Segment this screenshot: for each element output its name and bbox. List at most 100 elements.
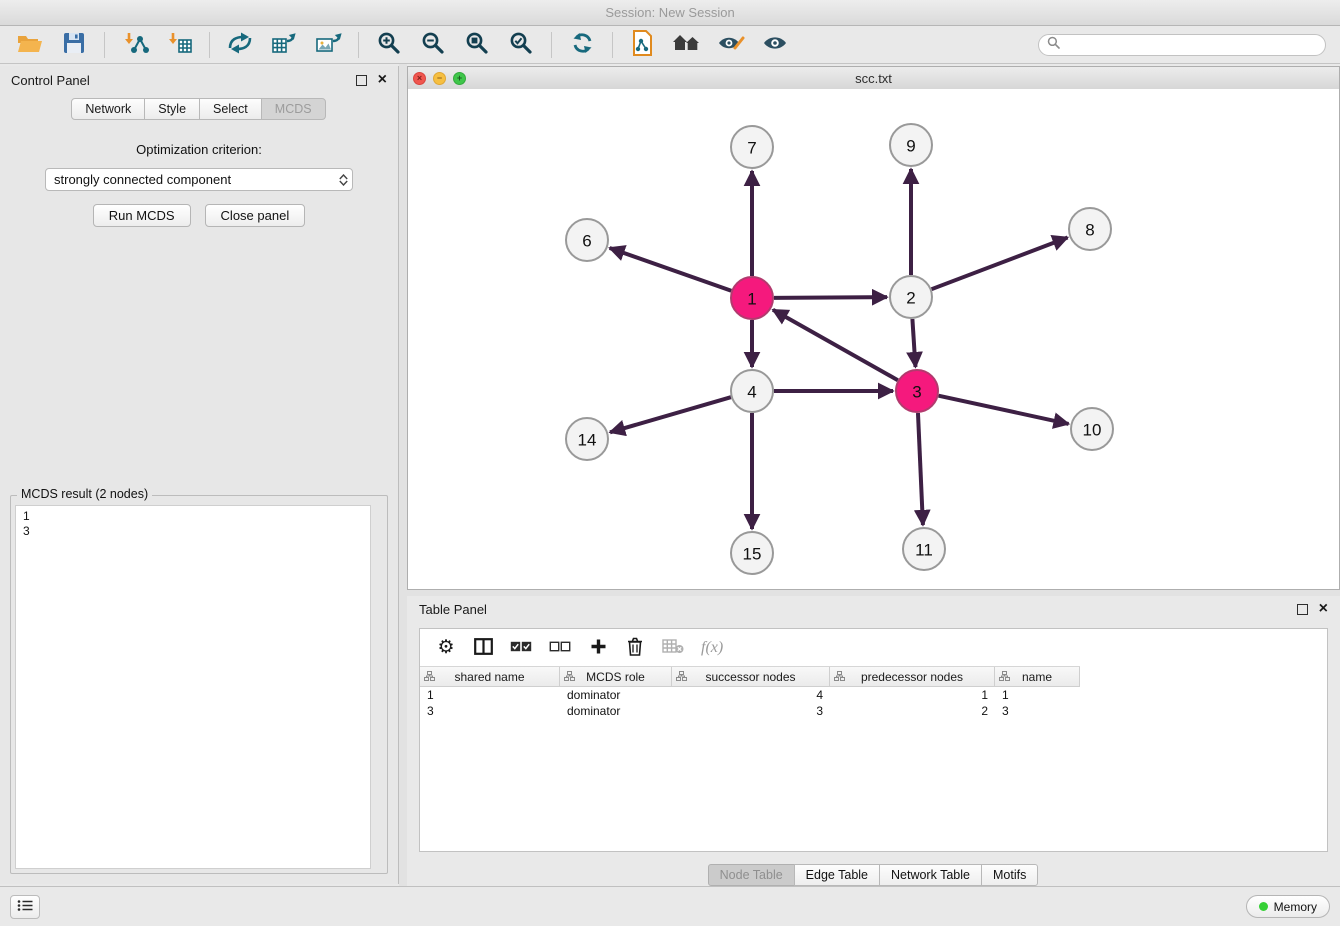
- memory-button[interactable]: Memory: [1246, 895, 1330, 918]
- mcds-result-item[interactable]: 1: [23, 509, 363, 524]
- export-table-button[interactable]: [264, 29, 304, 61]
- graph-node-15[interactable]: 15: [731, 532, 773, 574]
- curved-arrows-icon: [227, 31, 253, 58]
- import-table-button[interactable]: [159, 29, 199, 61]
- vertical-splitter[interactable]: [399, 64, 407, 886]
- close-table-panel-icon[interactable]: ×: [1319, 601, 1328, 617]
- zoom-out-button[interactable]: [413, 29, 453, 61]
- graph-edge-1-6[interactable]: [610, 248, 732, 291]
- eye-brush-icon: [717, 32, 745, 57]
- table-row[interactable]: 1dominator411: [420, 687, 1080, 703]
- run-mcds-button[interactable]: Run MCDS: [93, 204, 191, 227]
- column-header-shared-name[interactable]: shared name: [420, 667, 560, 686]
- refresh-button[interactable]: [562, 29, 602, 61]
- import-network-button[interactable]: [115, 29, 155, 61]
- svg-text:8: 8: [1085, 221, 1094, 240]
- optimization-criterion-select[interactable]: strongly connected component: [45, 168, 353, 191]
- column-header-name[interactable]: name: [995, 667, 1080, 686]
- table-cell[interactable]: dominator: [560, 704, 672, 718]
- maximize-window-icon[interactable]: +: [453, 72, 466, 85]
- save-session-button[interactable]: [54, 29, 94, 61]
- graph-edge-3-11[interactable]: [918, 413, 923, 525]
- search-box[interactable]: [1038, 34, 1326, 56]
- graph-node-7[interactable]: 7: [731, 126, 773, 168]
- table-cell[interactable]: 3: [995, 704, 1080, 718]
- table-cell[interactable]: 1: [420, 688, 560, 702]
- search-input[interactable]: [1065, 37, 1317, 53]
- folder-open-icon: [17, 32, 43, 57]
- tab-mcds[interactable]: MCDS: [261, 98, 326, 120]
- network-canvas[interactable]: 7 9 6 8 1 2 4 3 14 10 15 11: [408, 89, 1339, 589]
- tab-motifs[interactable]: Motifs: [981, 864, 1038, 886]
- export-image-button[interactable]: [308, 29, 348, 61]
- graph-node-3[interactable]: 3: [896, 370, 938, 412]
- tab-network[interactable]: Network: [71, 98, 145, 120]
- graph-edge-3-1[interactable]: [773, 310, 898, 380]
- table-cell[interactable]: 4: [672, 688, 830, 702]
- graph-node-1[interactable]: 1: [731, 277, 773, 319]
- table-cell[interactable]: 3: [420, 704, 560, 718]
- toolbar-separator: [551, 32, 552, 58]
- task-history-button[interactable]: [10, 895, 40, 919]
- table-cell[interactable]: 3: [672, 704, 830, 718]
- close-panel-button[interactable]: Close panel: [205, 204, 306, 227]
- table-cell[interactable]: 2: [830, 704, 995, 718]
- eye-brush-button[interactable]: [711, 29, 751, 61]
- graph-node-9[interactable]: 9: [890, 124, 932, 166]
- graph-edge-2-8[interactable]: [932, 238, 1068, 290]
- graph-node-11[interactable]: 11: [903, 528, 945, 570]
- float-panel-icon[interactable]: [356, 75, 367, 86]
- tab-style[interactable]: Style: [144, 98, 200, 120]
- tab-select[interactable]: Select: [199, 98, 262, 120]
- graph-node-6[interactable]: 6: [566, 219, 608, 261]
- tab-network-table[interactable]: Network Table: [879, 864, 982, 886]
- table-settings-button[interactable]: ⚙: [436, 636, 456, 660]
- show-columns-button[interactable]: [473, 636, 493, 660]
- table-cell[interactable]: 1: [995, 688, 1080, 702]
- mcds-result-list[interactable]: 13: [15, 505, 371, 869]
- table-cell[interactable]: 1: [830, 688, 995, 702]
- column-header-predecessor-nodes[interactable]: predecessor nodes: [830, 667, 995, 686]
- graph-edge-3-10[interactable]: [938, 396, 1068, 424]
- table-panel: Table Panel × ⚙ f(x) shared nameMCDS rol…: [407, 596, 1340, 886]
- delete-column-button[interactable]: [625, 636, 645, 660]
- houses-button[interactable]: [667, 29, 707, 61]
- mcds-panel-body: Optimization criterion: strongly connect…: [0, 120, 398, 227]
- column-header-mcds-role[interactable]: MCDS role: [560, 667, 672, 686]
- create-column-button[interactable]: [588, 636, 608, 660]
- graph-node-14[interactable]: 14: [566, 418, 608, 460]
- curved-arrows-button[interactable]: [220, 29, 260, 61]
- float-table-panel-icon[interactable]: [1297, 604, 1308, 615]
- zoom-selected-button[interactable]: [501, 29, 541, 61]
- minimize-window-icon[interactable]: −: [433, 72, 446, 85]
- graph-edge-2-3[interactable]: [912, 319, 915, 367]
- zoom-in-button[interactable]: [369, 29, 409, 61]
- close-panel-icon[interactable]: ×: [378, 72, 387, 88]
- tab-edge-table[interactable]: Edge Table: [794, 864, 880, 886]
- tab-node-table[interactable]: Node Table: [708, 864, 795, 886]
- graph-node-4[interactable]: 4: [731, 370, 773, 412]
- column-header-successor-nodes[interactable]: successor nodes: [672, 667, 830, 686]
- svg-text:3: 3: [912, 383, 921, 402]
- function-builder-button[interactable]: f(x): [701, 636, 723, 660]
- main-toolbar: [0, 26, 1340, 64]
- close-window-icon[interactable]: ×: [413, 72, 426, 85]
- zoom-fit-button[interactable]: [457, 29, 497, 61]
- network-window-titlebar[interactable]: × − + scc.txt: [408, 67, 1339, 90]
- eye-button[interactable]: [755, 29, 795, 61]
- table-row[interactable]: 3dominator323: [420, 703, 1080, 719]
- table-cell[interactable]: dominator: [560, 688, 672, 702]
- graph-edge-4-14[interactable]: [610, 397, 731, 432]
- graph-node-10[interactable]: 10: [1071, 408, 1113, 450]
- zoom-out-icon: [421, 31, 445, 58]
- graph-node-8[interactable]: 8: [1069, 208, 1111, 250]
- deselect-all-columns-button[interactable]: [549, 636, 571, 660]
- select-all-columns-button[interactable]: [510, 636, 532, 660]
- graph-edge-1-2[interactable]: [774, 297, 887, 298]
- document-network-button[interactable]: [623, 29, 663, 61]
- network-window-title: scc.txt: [408, 71, 1339, 86]
- mcds-result-item[interactable]: 3: [23, 524, 363, 539]
- checked-boxes-icon: [510, 640, 532, 656]
- open-session-button[interactable]: [10, 29, 50, 61]
- graph-node-2[interactable]: 2: [890, 276, 932, 318]
